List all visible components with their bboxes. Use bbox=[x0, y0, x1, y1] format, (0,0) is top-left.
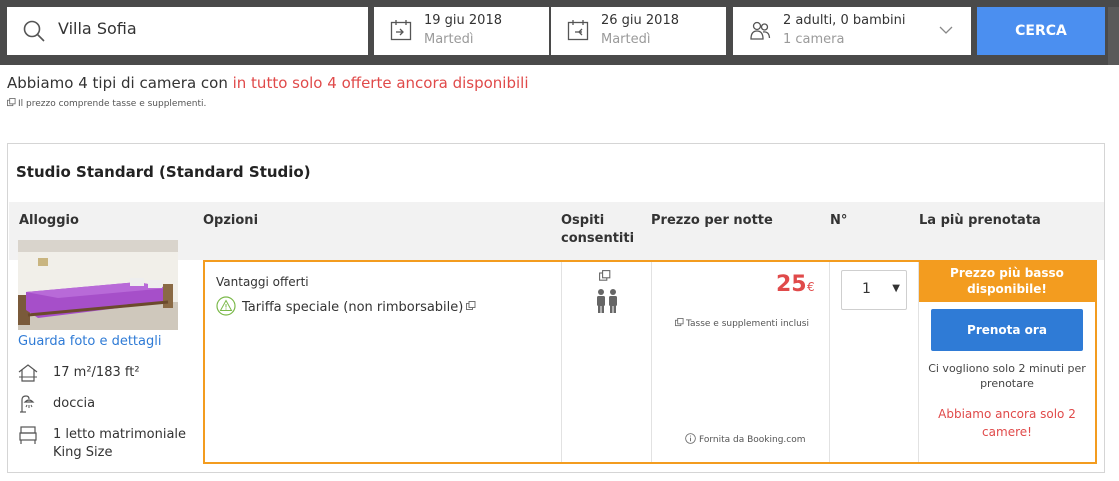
info-copy-icon[interactable] bbox=[599, 270, 611, 282]
search-icon bbox=[23, 20, 45, 42]
col-accommodation: Alloggio bbox=[19, 213, 79, 228]
quantity-value: 1 bbox=[862, 281, 871, 297]
bed-icon bbox=[19, 426, 37, 444]
col-most-booked: La più prenotata bbox=[919, 213, 1041, 228]
checkout-day: Martedì bbox=[601, 32, 651, 47]
rate-text: Tariffa speciale (non rimborsabile) bbox=[242, 300, 464, 315]
benefits-title: Vantaggi offerti bbox=[216, 275, 309, 289]
provider-note: Fornita da Booking.com bbox=[685, 433, 806, 445]
photo-details-link[interactable]: Guarda foto e dettagli bbox=[18, 334, 161, 349]
rooms-left-alert: Abbiamo ancora solo 2 camere! bbox=[938, 407, 1076, 439]
price-note-text: Il prezzo comprende tasse e supplementi. bbox=[18, 99, 207, 109]
feature-size-text: 17 m²/183 ft² bbox=[53, 365, 140, 380]
divider bbox=[651, 262, 652, 462]
checkout-field[interactable]: 26 giu 2018 Martedì bbox=[551, 7, 726, 55]
two-guests-icon bbox=[597, 289, 617, 313]
calendar-checkout-icon bbox=[567, 20, 589, 41]
search-bar: Villa Sofia 19 giu 2018 Martedì 26 giu 2… bbox=[0, 0, 1119, 65]
offer-row: Vantaggi offerti Tariffa speciale (non r… bbox=[203, 260, 1097, 464]
checkout-date: 26 giu 2018 bbox=[601, 13, 679, 28]
book-now-button[interactable]: Prenota ora bbox=[931, 309, 1083, 351]
col-number: N° bbox=[830, 213, 848, 228]
feature-bed-text: 1 letto matrimoniale King Size bbox=[53, 427, 187, 460]
guests-summary: 2 adulti, 0 bambini bbox=[783, 13, 906, 28]
rooms-summary: 1 camera bbox=[783, 32, 845, 47]
shower-icon bbox=[20, 395, 35, 413]
warning-icon bbox=[216, 296, 236, 316]
col-guests-line2: consentiti bbox=[561, 231, 635, 246]
divider bbox=[561, 262, 562, 462]
availability-summary: Abbiamo 4 tipi di camera con in tutto so… bbox=[7, 74, 529, 92]
room-card: Studio Standard (Standard Studio) Allogg… bbox=[7, 143, 1105, 473]
info-copy-icon bbox=[7, 98, 16, 107]
chevron-down-icon bbox=[939, 26, 953, 34]
people-icon bbox=[750, 21, 771, 40]
destination-field[interactable]: Villa Sofia bbox=[7, 7, 368, 55]
tax-note-text: Tasse e supplementi inclusi bbox=[686, 319, 809, 329]
tax-note: Tasse e supplementi inclusi bbox=[675, 318, 809, 329]
col-guests: Ospiti consentiti bbox=[561, 212, 634, 248]
col-price: Prezzo per notte bbox=[651, 213, 773, 228]
best-price-badge: Prezzo più basso disponibile! bbox=[919, 262, 1095, 302]
info-copy-icon[interactable] bbox=[466, 301, 476, 311]
checkin-field[interactable]: 19 giu 2018 Martedì bbox=[374, 7, 549, 55]
col-options: Opzioni bbox=[203, 213, 259, 228]
price-note: Il prezzo comprende tasse e supplementi. bbox=[7, 98, 206, 109]
room-photo-image bbox=[18, 240, 178, 330]
house-icon bbox=[18, 364, 38, 382]
info-copy-icon bbox=[675, 318, 684, 327]
info-icon bbox=[685, 433, 696, 444]
checkin-day: Martedì bbox=[424, 32, 474, 47]
summary-text: Abbiamo 4 tipi di camera con bbox=[7, 74, 233, 92]
summary-highlight: in tutto solo 4 offerte ancora disponibi… bbox=[232, 74, 529, 92]
checkin-date: 19 giu 2018 bbox=[424, 13, 502, 28]
provider-text: Fornita da Booking.com bbox=[699, 435, 806, 445]
rate-item: Tariffa speciale (non rimborsabile) bbox=[216, 296, 476, 316]
room-photo[interactable] bbox=[18, 240, 178, 330]
divider bbox=[829, 262, 830, 462]
room-quantity-select[interactable]: 1 ▼ bbox=[841, 270, 907, 310]
search-button[interactable]: CERCA bbox=[977, 7, 1105, 55]
dropdown-arrow-icon: ▼ bbox=[892, 283, 900, 294]
calendar-checkin-icon bbox=[390, 20, 412, 41]
scrollbar[interactable] bbox=[1108, 7, 1119, 65]
price-currency: € bbox=[807, 280, 815, 294]
room-title: Studio Standard (Standard Studio) bbox=[16, 163, 311, 181]
guests-selector[interactable]: 2 adulti, 0 bambini 1 camera bbox=[733, 7, 971, 55]
price-value: 25 bbox=[776, 272, 807, 297]
feature-shower-text: doccia bbox=[53, 396, 96, 411]
destination-value: Villa Sofia bbox=[58, 19, 137, 38]
booking-time-note: Ci vogliono solo 2 minuti per prenotare bbox=[928, 362, 1086, 390]
col-guests-line1: Ospiti bbox=[561, 213, 605, 228]
